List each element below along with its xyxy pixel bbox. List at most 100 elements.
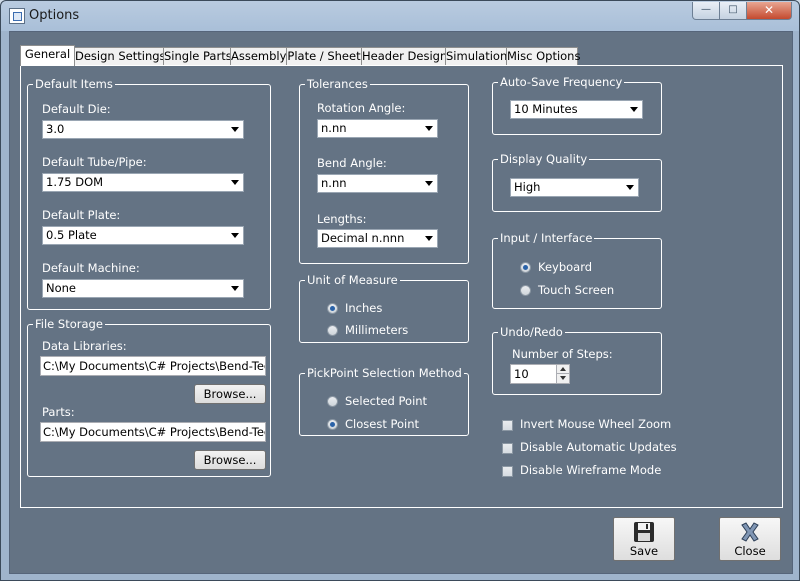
chevron-down-icon [231, 286, 239, 291]
default-plate-value: 0.5 Plate [46, 228, 97, 242]
data-libraries-input[interactable]: C:\My Documents\C# Projects\Bend-Tech\Be [40, 356, 266, 376]
selected-point-label[interactable]: Selected Point [345, 394, 427, 408]
tolerances-group: Tolerances Rotation Angle: n.nn Bend Ang… [299, 77, 469, 264]
touch-screen-radio[interactable] [520, 285, 531, 296]
maximize-button[interactable]: □ [719, 2, 747, 20]
default-machine-select[interactable]: None [42, 279, 244, 298]
tab-plate-sheet[interactable]: Plate / Sheet [286, 47, 362, 65]
unit-of-measure-group: Unit of Measure Inches Millimeters [299, 273, 469, 343]
close-button[interactable]: Close [719, 517, 781, 561]
tab-misc-options[interactable]: Misc Options [506, 47, 580, 65]
tab-general[interactable]: General [20, 45, 75, 66]
general-tab-panel: Default Items Default Die: 3.0 Default T… [20, 65, 783, 508]
file-storage-legend: File Storage [33, 317, 105, 331]
inches-radio[interactable] [327, 303, 338, 314]
bend-angle-select[interactable]: n.nn [317, 174, 438, 193]
tab-assembly[interactable]: Assembly [230, 47, 287, 65]
spin-down-icon[interactable] [556, 374, 569, 383]
lengths-select[interactable]: Decimal n.nnn [317, 229, 438, 248]
number-of-steps-value: 10 [514, 367, 529, 381]
lengths-value: Decimal n.nnn [321, 231, 405, 245]
rotation-angle-value: n.nn [321, 121, 347, 135]
undo-redo-group: Undo/Redo Number of Steps: 10 [492, 325, 662, 395]
default-die-select[interactable]: 3.0 [42, 120, 244, 139]
tab-simulation[interactable]: Simulation [445, 47, 507, 65]
window-title: Options [29, 8, 80, 23]
invert-mouse-wheel-zoom-checkbox[interactable] [502, 420, 513, 431]
inches-label[interactable]: Inches [345, 301, 382, 315]
tolerances-legend: Tolerances [305, 77, 370, 91]
display-quality-select[interactable]: High [510, 178, 639, 197]
keyboard-label[interactable]: Keyboard [538, 260, 592, 274]
title-bar: Options — □ ✕ [1, 1, 799, 31]
default-items-group: Default Items Default Die: 3.0 Default T… [27, 77, 271, 310]
autosave-group: Auto-Save Frequency 10 Minutes [492, 75, 662, 135]
default-machine-value: None [46, 281, 77, 295]
tab-design-settings[interactable]: Design Settings [74, 47, 166, 65]
tab-header-design[interactable]: Header Design [361, 47, 447, 65]
input-interface-legend: Input / Interface [498, 231, 595, 245]
chevron-down-icon [630, 107, 638, 112]
keyboard-radio[interactable] [520, 262, 531, 273]
save-icon [634, 522, 654, 542]
autosave-value: 10 Minutes [514, 102, 578, 116]
default-machine-label: Default Machine: [42, 261, 140, 275]
millimeters-radio[interactable] [327, 325, 338, 336]
window-close-button[interactable]: ✕ [746, 2, 792, 20]
browse-parts-button[interactable]: Browse... [194, 450, 266, 470]
closest-point-label[interactable]: Closest Point [345, 417, 419, 431]
number-of-steps-label: Number of Steps: [512, 347, 613, 361]
display-quality-legend: Display Quality [498, 152, 590, 166]
options-window: Options — □ ✕ General Design Settings Si… [0, 0, 800, 581]
disable-wireframe-mode-checkbox[interactable] [502, 466, 513, 477]
pickpoint-group: PickPoint Selection Method Selected Poin… [299, 366, 469, 436]
disable-automatic-updates-label[interactable]: Disable Automatic Updates [520, 440, 677, 454]
rotation-angle-label: Rotation Angle: [317, 101, 406, 115]
bend-angle-value: n.nn [321, 176, 347, 190]
default-tube-select[interactable]: 1.75 DOM [42, 173, 244, 192]
default-die-value: 3.0 [46, 122, 65, 136]
data-libraries-label: Data Libraries: [42, 339, 127, 353]
millimeters-label[interactable]: Millimeters [345, 323, 408, 337]
options-app-icon [9, 8, 25, 24]
chevron-down-icon [231, 127, 239, 132]
default-tube-value: 1.75 DOM [46, 175, 104, 189]
display-quality-group: Display Quality High [492, 152, 662, 212]
parts-label: Parts: [42, 405, 75, 419]
undo-redo-legend: Undo/Redo [498, 325, 565, 339]
tab-single-parts[interactable]: Single Parts [163, 47, 232, 65]
selected-point-radio[interactable] [327, 396, 338, 407]
close-icon [741, 522, 759, 542]
input-interface-group: Input / Interface Keyboard Touch Screen [492, 231, 662, 309]
invert-mouse-wheel-zoom-label[interactable]: Invert Mouse Wheel Zoom [520, 417, 671, 431]
rotation-angle-select[interactable]: n.nn [317, 119, 438, 138]
parts-input[interactable]: C:\My Documents\C# Projects\Bend-Tech\Be [40, 422, 266, 442]
default-die-label: Default Die: [42, 102, 111, 116]
minimize-button[interactable]: — [692, 2, 720, 20]
spin-up-icon[interactable] [556, 365, 569, 374]
chevron-down-icon [425, 181, 433, 186]
unit-of-measure-legend: Unit of Measure [305, 273, 400, 287]
browse-data-libraries-button[interactable]: Browse... [194, 384, 266, 404]
lengths-label: Lengths: [317, 212, 367, 226]
save-button[interactable]: Save [613, 517, 675, 561]
default-tube-label: Default Tube/Pipe: [42, 155, 147, 169]
display-quality-value: High [514, 180, 541, 194]
close-button-label: Close [734, 544, 766, 558]
default-items-legend: Default Items [33, 77, 115, 91]
closest-point-radio[interactable] [327, 419, 338, 430]
file-storage-group: File Storage Data Libraries: C:\My Docum… [27, 317, 271, 477]
touch-screen-label[interactable]: Touch Screen [538, 283, 614, 297]
pickpoint-legend: PickPoint Selection Method [305, 366, 464, 380]
chevron-down-icon [425, 236, 433, 241]
chevron-down-icon [231, 233, 239, 238]
disable-wireframe-mode-label[interactable]: Disable Wireframe Mode [520, 463, 661, 477]
default-plate-label: Default Plate: [42, 208, 121, 222]
bend-angle-label: Bend Angle: [317, 156, 387, 170]
autosave-select[interactable]: 10 Minutes [510, 100, 643, 119]
chevron-down-icon [425, 126, 433, 131]
number-of-steps-spinner[interactable]: 10 [510, 364, 570, 384]
disable-automatic-updates-checkbox[interactable] [502, 443, 513, 454]
chevron-down-icon [231, 180, 239, 185]
default-plate-select[interactable]: 0.5 Plate [42, 226, 244, 245]
